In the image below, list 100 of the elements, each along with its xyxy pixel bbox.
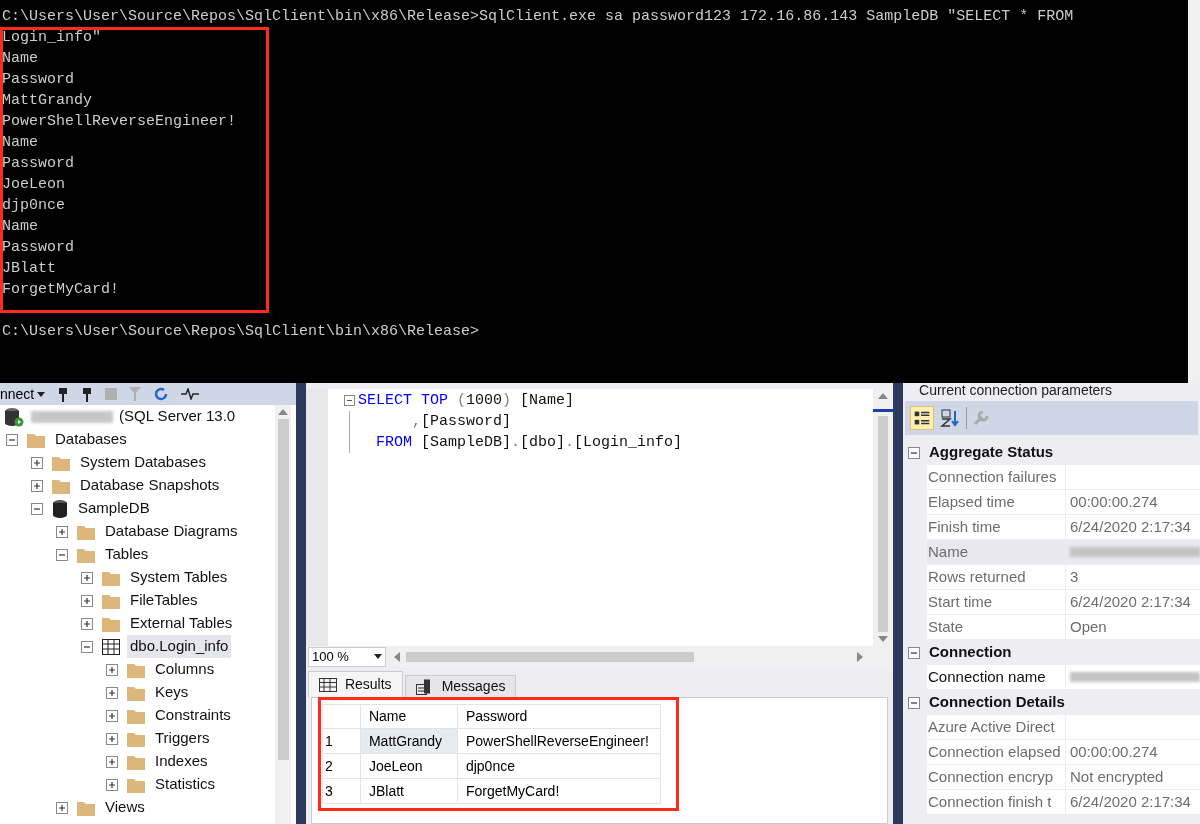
code-line: FROM [SampleDB].[dbo].[Login_info] <box>374 433 683 453</box>
scrollbar-thumb[interactable] <box>878 416 889 632</box>
expand-icon[interactable] <box>106 663 118 676</box>
collapse-icon[interactable] <box>908 446 920 459</box>
expand-icon[interactable] <box>106 755 118 768</box>
folder-icon <box>102 569 120 586</box>
expand-icon[interactable] <box>106 778 118 791</box>
table-cell: PowerShellReverseEngineer! <box>457 728 661 754</box>
folder-icon <box>127 707 145 724</box>
tree-item[interactable]: dbo.Login_info <box>127 635 232 658</box>
scroll-down-icon[interactable] <box>878 636 889 642</box>
results-tab[interactable]: Results <box>307 671 403 697</box>
property-name: Connection failures <box>928 466 1057 487</box>
property-name: Connection encryp <box>928 766 1054 787</box>
property-name: Rows returned <box>928 566 1026 587</box>
tree-item[interactable]: (SQL Server 13.0 <box>116 405 239 428</box>
property-value: 3 <box>1070 566 1079 587</box>
property-name: Azure Active Direct <box>928 716 1055 737</box>
plug-icon[interactable] <box>81 386 94 402</box>
tree-item[interactable]: External Tables <box>127 612 236 635</box>
property-name: Finish time <box>928 516 1001 537</box>
position-marker <box>873 409 894 412</box>
collapse-icon[interactable] <box>31 502 43 515</box>
property-name: Start time <box>928 591 993 612</box>
server-icon <box>4 406 24 427</box>
folder-icon <box>127 776 145 793</box>
plug-icon[interactable] <box>57 386 70 402</box>
folder-icon <box>102 615 120 632</box>
tree-item[interactable]: Tables <box>102 543 152 566</box>
expand-icon[interactable] <box>81 594 93 607</box>
scroll-up-icon[interactable] <box>878 393 889 399</box>
tree-item[interactable]: FileTables <box>127 589 201 612</box>
activity-icon[interactable] <box>181 388 200 400</box>
expand-icon[interactable] <box>56 801 68 814</box>
property-name: Connection name <box>928 666 1046 687</box>
scrollbar[interactable] <box>1188 0 1200 383</box>
tree-item[interactable]: Keys <box>152 681 192 704</box>
column-header[interactable]: Name <box>360 704 458 729</box>
category-label: Connection Details <box>929 692 1065 713</box>
tree-item[interactable]: Database Diagrams <box>102 520 241 543</box>
connect-button[interactable]: nnect <box>0 383 46 405</box>
table-icon <box>102 638 120 655</box>
console-line: MattGrandy <box>2 92 92 109</box>
property-name: Connection elapsed <box>928 741 1061 762</box>
expand-icon[interactable] <box>106 686 118 699</box>
zoom-dropdown[interactable]: 100 % <box>307 646 386 667</box>
collapse-icon[interactable] <box>908 696 920 709</box>
tree-item[interactable]: Databases <box>52 428 130 451</box>
collapse-icon[interactable] <box>908 646 920 659</box>
caret-icon <box>37 391 46 397</box>
expand-icon[interactable] <box>31 479 43 492</box>
property-value: 6/24/2020 2:17:34 <box>1070 791 1191 812</box>
property-value: Not encrypted <box>1070 766 1164 787</box>
collapse-icon[interactable] <box>56 548 68 561</box>
category-label: Aggregate Status <box>929 442 1054 463</box>
refresh-icon[interactable] <box>153 386 170 402</box>
scroll-left-icon[interactable] <box>393 651 400 662</box>
row-number: 2 <box>322 753 361 779</box>
tree-item[interactable]: SampleDB <box>75 497 153 520</box>
property-name: Connection finish t <box>928 791 1052 812</box>
property-name: State <box>928 616 964 637</box>
expand-icon[interactable] <box>81 617 93 630</box>
panel-title: Current connection parameters <box>918 383 1113 400</box>
folder-icon <box>52 477 70 494</box>
expand-icon[interactable] <box>106 732 118 745</box>
folder-icon <box>77 799 95 816</box>
scrollbar[interactable] <box>275 405 292 824</box>
expand-icon[interactable] <box>106 709 118 722</box>
tree-item[interactable]: Triggers <box>152 727 213 750</box>
scroll-right-icon[interactable] <box>857 651 864 662</box>
expand-icon[interactable] <box>31 456 43 469</box>
collapse-icon[interactable] <box>81 640 93 653</box>
tree-item[interactable]: System Databases <box>77 451 209 474</box>
tree-item[interactable]: Columns <box>152 658 218 681</box>
expand-icon[interactable] <box>56 525 68 538</box>
results-tab[interactable]: Messages <box>404 675 517 697</box>
table-cell: JoeLeon <box>360 753 458 779</box>
collapse-icon[interactable] <box>6 433 18 446</box>
tree-item[interactable]: Database Snapshots <box>77 474 223 497</box>
console-line: Name <box>2 134 38 151</box>
property-value: Open <box>1070 616 1107 637</box>
scrollbar-thumb[interactable] <box>405 651 694 662</box>
column-header[interactable]: Password <box>457 704 661 729</box>
category-label: Connection <box>929 642 1012 663</box>
tree-item[interactable]: Statistics <box>152 773 218 796</box>
categorized-icon[interactable] <box>910 406 934 430</box>
tree-item[interactable]: System Tables <box>127 566 231 589</box>
scrollbar-thumb[interactable] <box>277 419 289 760</box>
tree-item[interactable]: Views <box>102 796 148 819</box>
sort-alphabetical-icon[interactable] <box>939 407 961 429</box>
folder-icon <box>52 454 70 471</box>
tree-item[interactable]: Indexes <box>152 750 211 773</box>
code-editor[interactable]: SELECT TOP (1000) [Name] ,[Password] FROM [SampleDB].[dbo].[Login_info] <box>327 389 874 646</box>
row-number: 1 <box>322 728 361 754</box>
expand-icon[interactable] <box>81 571 93 584</box>
table-cell: ForgetMyCard! <box>457 778 661 804</box>
scroll-up-icon[interactable] <box>278 409 289 415</box>
collapse-icon[interactable] <box>344 395 356 406</box>
property-name: Name <box>928 541 969 562</box>
tree-item[interactable]: Constraints <box>152 704 234 727</box>
